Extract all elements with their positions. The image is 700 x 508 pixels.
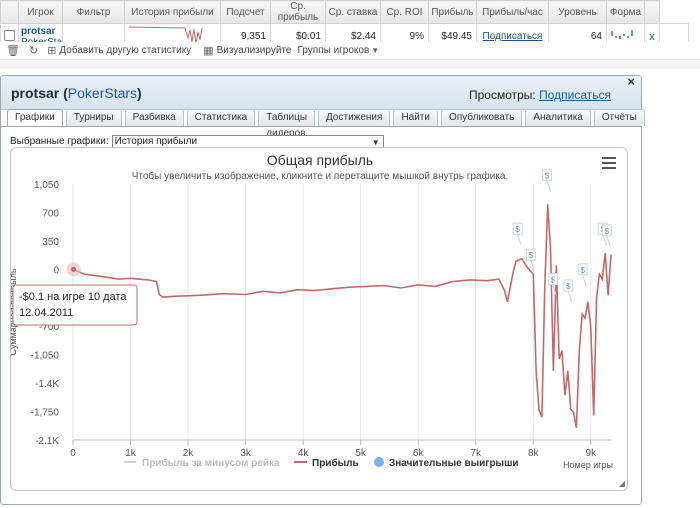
x-tick-label: 9k: [586, 448, 598, 459]
col-count[interactable]: Подсчет: [220, 0, 271, 24]
tab-leaderboards[interactable]: Таблицы лидеров: [258, 109, 316, 139]
form-graphic: [611, 30, 633, 39]
chart-svg[interactable]: Общая прибыль Чтобы увеличить изображение…: [11, 148, 628, 491]
tab-bar: Графики Турниры Разбивка Статистика Табл…: [7, 109, 648, 139]
tab-statistics[interactable]: Статистика: [186, 109, 256, 126]
views-label: Просмотры:: [468, 88, 536, 102]
x-tick-label: 8k: [528, 448, 540, 459]
trash-icon: 🗑: [6, 45, 20, 57]
col-filter[interactable]: Фильтр: [62, 0, 125, 24]
chart-icon: ▦: [203, 45, 214, 57]
big-win-connector: [581, 273, 587, 286]
big-win-dollar: $: [566, 282, 571, 291]
hover-point: [71, 266, 77, 272]
big-win-connector: [529, 259, 535, 272]
chart-menu-icon[interactable]: [602, 157, 616, 169]
tooltip-line: -$0.1 на игре 10 дата: [19, 291, 127, 303]
col-profit[interactable]: Прибыль: [428, 0, 477, 24]
big-win-connector: [605, 234, 611, 247]
panel-player-name: protsar: [11, 85, 60, 101]
tab-tournaments[interactable]: Турниры: [65, 109, 122, 126]
profit-series-line: [72, 204, 612, 428]
separator: [0, 61, 700, 69]
close-button[interactable]: ×: [627, 74, 635, 89]
stats-table: Игрок Фильтр История прибыли Подсчет Ср.…: [0, 0, 700, 50]
col-profit-history[interactable]: История прибыли: [124, 0, 221, 24]
views-area: Просмотры: Подписаться: [469, 88, 611, 102]
col-form[interactable]: Форма: [606, 0, 645, 24]
col-avg-roi[interactable]: Ср. ROI: [380, 0, 429, 24]
col-profit-per-hour[interactable]: Прибыль/час: [476, 0, 549, 24]
player-panel: protsar (PokerStars) Просмотры: Подписат…: [0, 74, 645, 505]
x-tick-label: 1k: [125, 448, 137, 459]
tooltip-line: 12.04.2011: [19, 307, 73, 319]
resize-grip-icon[interactable]: ◢: [619, 479, 625, 488]
y-tick-label: 0: [53, 265, 59, 276]
big-win-connector: [567, 289, 573, 303]
big-win-dollar: $: [545, 172, 550, 181]
x-tick-label: 0: [70, 448, 76, 459]
legend-rake-label: Прибыль за минусом рейка: [142, 457, 280, 469]
chart-subtitle: Чтобы увеличить изображение, кликните и …: [132, 170, 509, 182]
col-avg-profit[interactable]: Ср. прибыль: [270, 0, 326, 24]
row-checkbox[interactable]: [4, 29, 15, 41]
tab-analytics[interactable]: Аналитика: [525, 109, 591, 126]
y-tick-label: 1,050: [34, 180, 59, 191]
big-win-connector: [546, 179, 551, 192]
add-icon: ⊞: [47, 45, 57, 57]
header-checkbox-col: [0, 0, 19, 24]
stats-toolbar: 🗑 ↻ ⊞ Добавить другую статистику ▦ Визуали…: [0, 42, 700, 60]
big-win-dollar: $: [529, 251, 534, 260]
profit-chart[interactable]: Общая прибыль Чтобы увеличить изображение…: [10, 147, 628, 491]
subscribe-link[interactable]: Подписаться: [483, 31, 543, 42]
col-avg-stake[interactable]: Ср. ставка: [325, 0, 381, 24]
player-groups-dropdown[interactable]: Группы игроков ▼: [297, 45, 382, 56]
add-stat-label: Добавить другую статистику: [59, 45, 192, 56]
visualize-label: Визуализируйте: [216, 45, 292, 56]
big-win-connector: [516, 233, 522, 246]
chart-title: Общая прибыль: [267, 152, 373, 168]
col-player[interactable]: Игрок: [18, 0, 63, 24]
tab-reports[interactable]: Отчёты: [593, 109, 645, 126]
refresh-icon: ↻: [28, 45, 39, 57]
delete-button[interactable]: 🗑: [6, 44, 23, 57]
views-subscribe-link[interactable]: Подписаться: [539, 88, 611, 102]
panel-site-link[interactable]: PokerStars: [68, 85, 137, 101]
big-win-dollar: $: [551, 276, 556, 285]
tab-breakdown[interactable]: Разбивка: [124, 109, 184, 126]
y-tick-label: 350: [42, 237, 59, 248]
y-tick-label: -1.4K: [35, 379, 59, 390]
y-tick-label: 700: [42, 208, 59, 219]
x-tick-label: 4k: [298, 448, 310, 459]
tab-charts[interactable]: Графики: [7, 109, 63, 127]
y-tick-label: -1,750: [31, 408, 60, 419]
legend-bigwins-label: Значительные выигрыши: [389, 458, 519, 469]
visualize-button[interactable]: ▦ Визуализируйте: [203, 44, 291, 57]
col-remove: [644, 0, 660, 24]
panel-header: protsar (PokerStars) Просмотры: Подписат…: [1, 76, 641, 110]
chevron-down-icon: ▼: [371, 46, 380, 55]
remove-row-button[interactable]: x: [649, 31, 655, 43]
add-stat-button[interactable]: ⊞ Добавить другую статистику: [47, 44, 191, 57]
chart-selector-label: Выбранные графики:: [10, 136, 109, 147]
col-level[interactable]: Уровень: [548, 0, 607, 24]
legend-bigwins-swatch: [374, 457, 384, 467]
x-axis-label: Номер игры: [563, 460, 613, 470]
refresh-button[interactable]: ↻: [29, 44, 41, 57]
tab-divider: [1, 126, 641, 127]
panel-title: protsar (PokerStars): [11, 85, 142, 101]
tab-achievements[interactable]: Достижения: [318, 109, 391, 126]
legend-profit-label: Прибыль: [312, 457, 359, 469]
player-name[interactable]: protsar: [21, 26, 58, 37]
big-win-dollar: $: [580, 266, 585, 275]
stats-header-row: Игрок Фильтр История прибыли Подсчет Ср.…: [0, 0, 689, 24]
tab-find[interactable]: Найти: [393, 109, 438, 126]
y-tick-label: -1,050: [31, 351, 60, 362]
y-tick-label: -2.1K: [35, 436, 59, 447]
chart-selector-value: История прибыли: [114, 136, 198, 147]
big-win-dollar: $: [515, 225, 520, 234]
big-win-dollar: $: [605, 227, 610, 236]
player-groups-label: Группы игроков: [297, 45, 370, 56]
tab-publish[interactable]: Опубликовать: [440, 109, 523, 126]
